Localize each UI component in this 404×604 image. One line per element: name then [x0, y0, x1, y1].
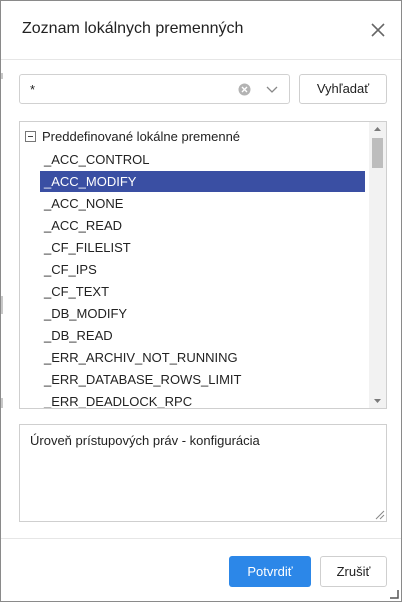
- clear-circle-icon[interactable]: [238, 83, 251, 96]
- vertical-scrollbar[interactable]: [369, 122, 386, 408]
- search-input[interactable]: [30, 81, 220, 97]
- variable-tree[interactable]: Preddefinované lokálne premenné _ACC_CON…: [19, 121, 387, 409]
- resize-grip-icon[interactable]: [374, 509, 385, 520]
- scroll-up-arrow-icon[interactable]: [369, 122, 386, 136]
- collapse-icon[interactable]: [25, 131, 36, 142]
- dialog-title: Zoznam lokálnych premenných: [22, 20, 244, 37]
- dialog-header: Zoznam lokálnych premenných: [1, 1, 401, 60]
- list-item[interactable]: _CF_IPS: [40, 259, 365, 280]
- confirm-button[interactable]: Potvrdiť: [229, 556, 311, 587]
- edge-marker: [1, 398, 3, 408]
- list-item-selected[interactable]: _ACC_MODIFY: [40, 171, 365, 192]
- dialog-resize-grip-icon[interactable]: [389, 589, 399, 599]
- edge-marker: [1, 296, 3, 314]
- chevron-down-icon[interactable]: [265, 84, 279, 96]
- list-item[interactable]: _CF_TEXT: [40, 281, 365, 302]
- description-textarea[interactable]: Úroveň prístupových práv - konfigurácia: [19, 424, 387, 522]
- scroll-down-arrow-icon[interactable]: [369, 394, 386, 408]
- list-item[interactable]: _ACC_READ: [40, 215, 365, 236]
- search-button[interactable]: Vyhľadať: [299, 74, 387, 104]
- cancel-button[interactable]: Zrušiť: [320, 556, 387, 587]
- tree-root-label: Preddefinované lokálne premenné: [42, 129, 241, 144]
- list-item[interactable]: _ERR_DEADLOCK_RPC: [40, 391, 365, 408]
- edge-marker: [1, 73, 3, 79]
- list-item[interactable]: _ACC_NONE: [40, 193, 365, 214]
- search-combobox[interactable]: [19, 74, 290, 104]
- footer-divider: [1, 538, 401, 539]
- local-variables-dialog: Zoznam lokálnych premenných Vyhľadať Pre…: [0, 0, 402, 602]
- list-item[interactable]: _CF_FILELIST: [40, 237, 365, 258]
- scrollbar-thumb[interactable]: [372, 138, 383, 168]
- close-icon[interactable]: [369, 21, 387, 39]
- list-item[interactable]: _DB_MODIFY: [40, 303, 365, 324]
- list-item[interactable]: _ACC_CONTROL: [40, 149, 365, 170]
- list-item[interactable]: _DB_READ: [40, 325, 365, 346]
- list-item[interactable]: _ERR_ARCHIV_NOT_RUNNING: [40, 347, 365, 368]
- list-item[interactable]: _ERR_DATABASE_ROWS_LIMIT: [40, 369, 365, 390]
